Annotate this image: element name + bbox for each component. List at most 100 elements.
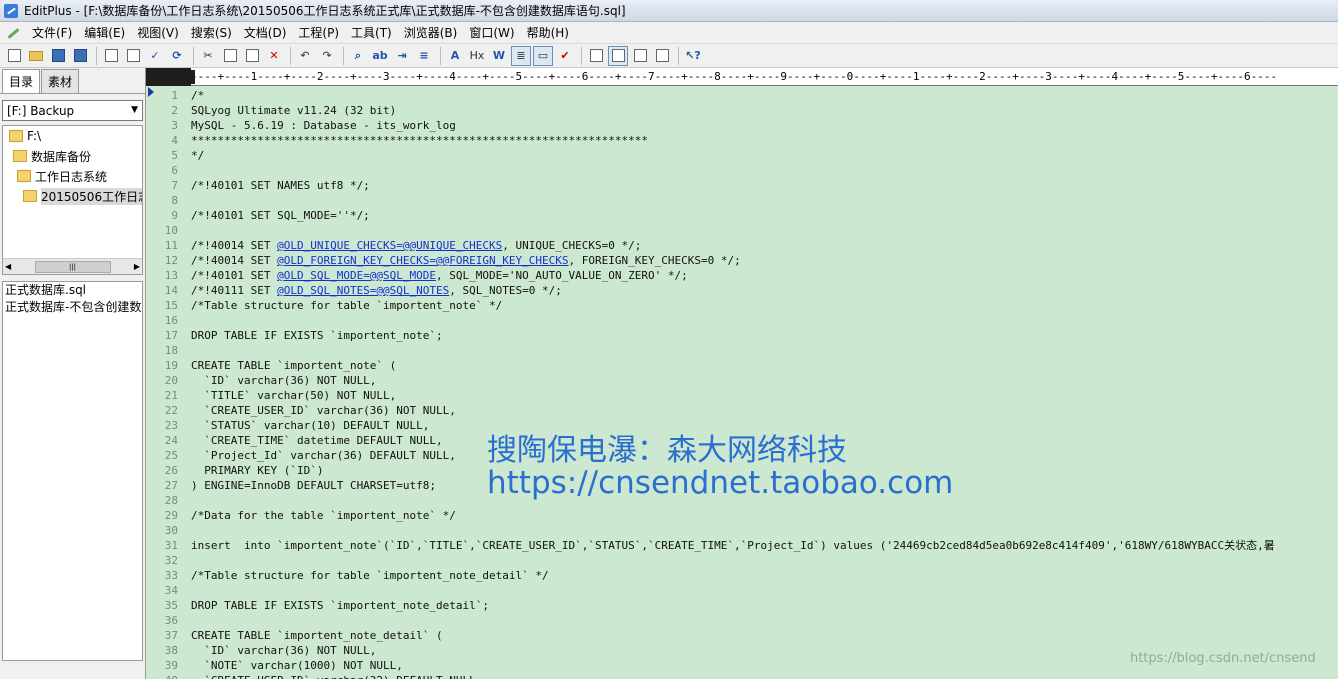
fullscreen-button[interactable] <box>652 46 672 66</box>
code-line: 4 ***************************************… <box>146 133 1338 148</box>
paste-button[interactable] <box>242 46 262 66</box>
line-number: 21 <box>164 389 178 402</box>
delete-button[interactable]: ✕ <box>264 46 284 66</box>
tree-item-current[interactable]: 20150506工作日志系统正式库 <box>3 186 142 206</box>
line-number: 18 <box>164 344 178 357</box>
line-number: 11 <box>164 239 178 252</box>
code-text: `ID` varchar(36) NOT NULL, <box>191 644 377 657</box>
tree-horizontal-scrollbar[interactable]: ◀ ||| ▶ <box>3 258 142 274</box>
ruler-button[interactable]: ▭ <box>533 45 553 66</box>
tree-item-worklog[interactable]: 工作日志系统 <box>3 166 142 186</box>
file-list-item[interactable]: 正式数据库-不包含创建数据库语句.sql <box>3 299 142 316</box>
menu-help[interactable]: 帮助(H) <box>521 22 575 43</box>
code-line: 37 CREATE TABLE `importent_note_detail` ( <box>146 628 1338 643</box>
copy-icon <box>223 49 237 62</box>
line-number: 3 <box>171 119 178 132</box>
word-wrap-button[interactable]: W <box>489 46 509 66</box>
spell-check-icon: ✓ <box>150 49 160 62</box>
cut-button[interactable]: ✂ <box>198 46 218 66</box>
tab-directory[interactable]: 目录 <box>2 69 41 93</box>
code-text: /*!40101 SET @OLD_SQL_MODE=@@SQL_MODE, S… <box>191 269 688 282</box>
replace-button[interactable]: ab <box>370 46 390 66</box>
output-window-button[interactable] <box>586 46 606 66</box>
menu-search[interactable]: 搜索(S) <box>185 22 238 43</box>
tree-item-drive[interactable]: F:\ <box>3 126 142 146</box>
scroll-left-icon[interactable]: ◀ <box>5 262 11 271</box>
code-line: 34 <box>146 583 1338 598</box>
line-number: 35 <box>164 599 178 612</box>
indent-button[interactable]: ≡ <box>414 46 434 66</box>
code-text: `CREATE_TIME` datetime DEFAULT NULL, <box>191 434 443 447</box>
help-button[interactable]: ↖? <box>683 46 703 66</box>
ruler-cursor-marker <box>191 70 195 84</box>
help-pointer-icon: ↖? <box>685 49 701 62</box>
save-all-button[interactable] <box>70 46 90 66</box>
code-line: 18 <box>146 343 1338 358</box>
goto-icon: ⇥ <box>397 49 407 62</box>
sidebar: 目录 素材 [F:] Backup ▼ F:\ 数据库备份 工作日志系统 201… <box>0 68 146 679</box>
goto-button[interactable]: ⇥ <box>392 46 412 66</box>
pencil-icon <box>6 26 20 40</box>
code-line: 12 /*!40014 SET @OLD_FOREIGN_KEY_CHECKS=@… <box>146 253 1338 268</box>
folder-icon <box>13 150 27 162</box>
tree-item-backup[interactable]: 数据库备份 <box>3 146 142 166</box>
line-number: 23 <box>164 419 178 432</box>
copy-button[interactable] <box>220 46 240 66</box>
refresh-button[interactable]: ⟳ <box>167 46 187 66</box>
line-number-button[interactable]: ≣ <box>511 45 531 66</box>
code-text: `NOTE` varchar(1000) NOT NULL, <box>191 659 403 672</box>
tab-cliptext[interactable]: 素材 <box>41 69 80 93</box>
redo-icon: ↷ <box>322 49 332 62</box>
menu-document[interactable]: 文档(D) <box>238 22 293 43</box>
code-line: 5 */ <box>146 148 1338 163</box>
save-button[interactable] <box>48 46 68 66</box>
print-preview-button[interactable] <box>101 46 121 66</box>
line-number: 7 <box>171 179 178 192</box>
html-toolbar-button[interactable]: Hx <box>467 46 487 66</box>
scroll-right-icon[interactable]: ▶ <box>134 262 140 271</box>
delete-x-icon: ✕ <box>269 49 279 62</box>
cliptext-icon <box>633 49 647 62</box>
redo-button[interactable]: ↷ <box>317 46 337 66</box>
watermark-credit: https://blog.csdn.net/cnsend <box>1130 651 1316 666</box>
line-number: 13 <box>164 269 178 282</box>
check-button[interactable]: ✔ <box>555 46 575 66</box>
code-text: /*Table structure for table `importent_n… <box>191 299 503 312</box>
code-lines: 1 /* 2 SQLyog Ultimate v11.24 (32 bit) 3 MySQ… <box>146 88 1338 679</box>
save-icon <box>51 49 65 62</box>
code-text: `TITLE` varchar(50) NOT NULL, <box>191 389 397 402</box>
menu-browser[interactable]: 浏览器(B) <box>398 22 464 43</box>
code-line: 35 DROP TABLE IF EXISTS `importent_note_d… <box>146 598 1338 613</box>
scroll-thumb[interactable]: ||| <box>34 260 111 273</box>
cliptext-button[interactable] <box>630 46 650 66</box>
drive-select[interactable]: [F:] Backup ▼ <box>2 100 143 121</box>
font-button[interactable]: A <box>445 46 465 66</box>
menu-project[interactable]: 工程(P) <box>292 22 345 43</box>
line-number: 39 <box>164 659 178 672</box>
file-list-item[interactable]: 正式数据库.sql <box>3 282 142 299</box>
line-number: 12 <box>164 254 178 267</box>
spell-check-button[interactable]: ✓ <box>145 46 165 66</box>
file-list: 正式数据库.sql 正式数据库-不包含创建数据库语句.sql <box>2 281 143 661</box>
new-file-button[interactable] <box>4 46 24 66</box>
menu-file[interactable]: 文件(F) <box>26 22 78 43</box>
checkmark-icon: ✔ <box>560 49 570 62</box>
undo-button[interactable]: ↶ <box>295 46 315 66</box>
code-text: ****************************************… <box>191 134 648 147</box>
line-number: 24 <box>164 434 178 447</box>
menu-edit[interactable]: 编辑(E) <box>78 22 131 43</box>
code-line: 10 <box>146 223 1338 238</box>
editor-pane[interactable]: ----+----1----+----2----+----3----+----4… <box>146 68 1338 679</box>
menu-tools[interactable]: 工具(T) <box>345 22 398 43</box>
menu-window[interactable]: 窗口(W) <box>463 22 520 43</box>
line-number: 9 <box>171 209 178 222</box>
menu-view[interactable]: 视图(V) <box>131 22 185 43</box>
code-line: 36 <box>146 613 1338 628</box>
line-number: 27 <box>164 479 178 492</box>
directory-window-button[interactable] <box>608 45 628 66</box>
code-text: `Project_Id` varchar(36) DEFAULT NULL, <box>191 449 456 462</box>
find-button[interactable]: ⌕ <box>348 46 368 66</box>
open-file-button[interactable] <box>26 46 46 66</box>
print-button[interactable] <box>123 46 143 66</box>
